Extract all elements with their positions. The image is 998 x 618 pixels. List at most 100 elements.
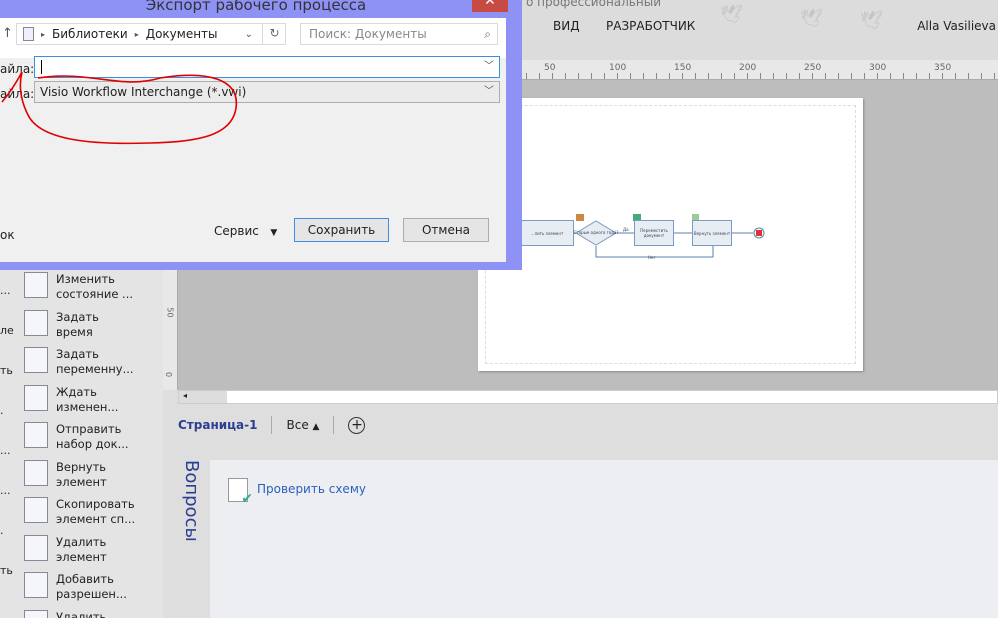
address-bar[interactable]: ▸ Библиотеки ▸ Документы ⌄	[16, 23, 286, 45]
all-pages-label: Все	[286, 418, 309, 432]
save-button[interactable]: Сохранить	[294, 218, 389, 242]
check-diagram-icon: ✔	[228, 478, 253, 507]
user-name[interactable]: Alla Vasilieva	[917, 19, 996, 33]
library-icon	[23, 27, 34, 41]
no-label: Нет	[648, 255, 656, 260]
ruler-tick	[760, 73, 761, 79]
ruler-tick	[669, 73, 670, 79]
shape-return-item[interactable]: Вернуть элемент	[692, 220, 732, 246]
breadcrumb-documents[interactable]: Документы	[146, 27, 218, 41]
ruler-tick	[825, 73, 826, 79]
stencil-item-label: Ждать изменен...	[56, 384, 119, 414]
workflow-action-icon	[24, 534, 48, 561]
stencil-fragment: ...	[0, 444, 11, 457]
stencil-fragment: .	[0, 404, 4, 417]
drawing-page[interactable]: ...лить элемент Старые одного года? Да Н…	[478, 98, 863, 371]
chevron-down-icon[interactable]: ⌄	[245, 29, 253, 40]
stencil-item-label: Добавить разрешен...	[56, 572, 127, 601]
ruler-tick	[981, 73, 982, 79]
workflow-action-icon	[24, 459, 48, 486]
stencil-fragment: .	[0, 524, 4, 537]
page-tabs: Страница-1 Все ▲ +	[168, 412, 366, 438]
add-page-icon[interactable]: +	[348, 416, 366, 434]
stencil-item[interactable]: Задать время	[24, 309, 136, 340]
ruler-tick	[747, 73, 748, 79]
stencil-item-label: Вернуть элемент	[56, 459, 107, 489]
horizontal-scrollbar[interactable]: ◂	[178, 390, 998, 404]
ruler-label: 200	[739, 63, 757, 73]
ruler-tick	[604, 73, 605, 79]
file-name-label: айла:	[0, 62, 35, 76]
stencil-item[interactable]: Вернуть элемент	[24, 459, 136, 490]
search-input[interactable]: Поиск: Документы ⌕	[300, 23, 498, 45]
stencil-item-label: Задать переменну...	[56, 347, 134, 376]
issues-panel: ✔ Проверить схему	[210, 460, 998, 618]
stencil-item[interactable]: Задать переменну...	[24, 347, 136, 377]
stencil-fragment: ...	[0, 484, 11, 497]
yes-label: Да	[623, 227, 629, 232]
ruler-tick	[838, 73, 839, 79]
breadcrumb-libraries[interactable]: Библиотеки	[52, 27, 128, 41]
workflow-action-icon	[24, 309, 48, 336]
stencil-item[interactable]: Ждать изменен...	[24, 384, 136, 415]
ruler-tick	[799, 73, 800, 79]
ruler-tick	[630, 73, 631, 79]
ruler-tick	[591, 73, 592, 79]
ruler-tick	[903, 73, 904, 79]
ruler-label: 250	[804, 63, 822, 73]
cancel-button[interactable]: Отмена	[403, 218, 489, 242]
tab-view[interactable]: ВИД	[553, 19, 580, 33]
ruler-tick	[552, 73, 553, 79]
refresh-icon[interactable]: ↻	[262, 23, 286, 45]
service-menu[interactable]: Сервис ▼	[214, 224, 277, 238]
stencil-item[interactable]: Добавить разрешен...	[24, 572, 136, 602]
scroll-left-arrow-icon[interactable]: ◂	[179, 391, 227, 403]
stencil-item-label: Скопировать элемент сп...	[56, 497, 136, 526]
chevron-down-icon[interactable]: ﹀	[484, 57, 494, 77]
ruler-tick	[565, 73, 566, 79]
stencil-item-label: Изменить состояние ...	[56, 272, 134, 301]
stencil-item[interactable]: Скопировать элемент сп...	[24, 497, 136, 527]
vruler-label: 0	[164, 371, 174, 378]
tab-page-1[interactable]: Страница-1	[178, 418, 257, 432]
ruler-tick	[968, 73, 969, 79]
stencil-item-label: Задать время	[56, 309, 99, 339]
stencil-fragment: ть	[0, 364, 13, 377]
close-button[interactable]: ✕	[472, 0, 508, 12]
check-diagram-link[interactable]: Проверить схему	[257, 482, 366, 496]
ruler-tick	[942, 73, 943, 79]
all-pages-button[interactable]: Все ▲	[286, 418, 319, 432]
ruler-label: 100	[609, 63, 627, 73]
tab-developer[interactable]: РАЗРАБОТЧИК	[606, 19, 695, 33]
workflow-action-icon	[24, 384, 48, 411]
stencil-item[interactable]: Удалить	[24, 609, 136, 618]
ruler-tick	[916, 73, 917, 79]
ruler-tick	[864, 73, 865, 79]
ruler-label: 300	[869, 63, 887, 73]
search-icon: ⌕	[484, 27, 491, 41]
stencil-item-label: Удалить	[56, 609, 107, 618]
ruler-tick	[682, 73, 683, 79]
app-title: о профессиональный	[526, 0, 661, 9]
stencil-panel: Изменить состояние ... Задать время Задать…	[0, 268, 163, 618]
ruler-tick	[695, 73, 696, 79]
hide-folders-fragment[interactable]: ок	[0, 228, 15, 242]
ruler-tick	[734, 73, 735, 79]
workflow-action-icon	[24, 272, 48, 298]
stencil-fragment: ле	[0, 324, 14, 337]
stencil-item[interactable]: Отправить набор док...	[24, 422, 136, 452]
stencil-item[interactable]: Изменить состояние ...	[24, 272, 136, 302]
vertical-ruler: 50 0	[163, 268, 178, 390]
stencil-fragment: ...	[0, 284, 11, 297]
shape-move-document[interactable]: Переместить документ	[634, 220, 674, 246]
ruler-label: 350	[934, 63, 952, 73]
horizontal-ruler: 50 100 150 200 250 300 350	[520, 60, 998, 80]
ruler-tick	[721, 73, 722, 79]
ruler-tick	[929, 73, 930, 79]
workflow-action-icon	[24, 347, 48, 373]
stencil-item[interactable]: Удалить элемент	[24, 534, 136, 565]
stencil-item-label: Удалить элемент	[56, 534, 107, 564]
file-type-select[interactable]: Visio Workflow Interchange (*.vwi) ﹀	[34, 81, 500, 103]
file-name-input[interactable]: ﹀	[34, 56, 500, 78]
up-arrow-icon[interactable]: ↑	[2, 26, 13, 41]
